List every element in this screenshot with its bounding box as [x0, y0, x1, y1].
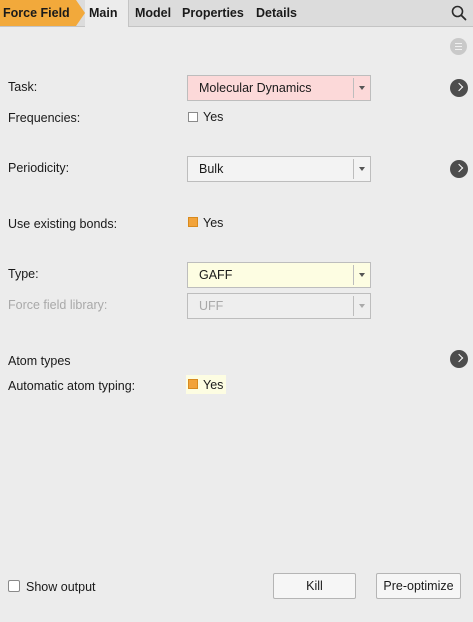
- periodicity-value: Bulk: [199, 162, 224, 176]
- auto-typing-label: Automatic atom typing:: [8, 379, 136, 393]
- type-select[interactable]: GAFF: [187, 262, 371, 288]
- atom-types-label: Atom types: [8, 354, 71, 368]
- search-icon[interactable]: [451, 5, 467, 21]
- chevron-down-icon: [353, 265, 370, 285]
- bonds-label: Use existing bonds:: [8, 217, 118, 231]
- auto-typing-yes-label: Yes: [203, 378, 224, 392]
- periodicity-label: Periodicity:: [8, 161, 70, 175]
- atom-types-arrow-icon[interactable]: [450, 350, 468, 368]
- bonds-yes-label: Yes: [203, 216, 224, 230]
- periodicity-details-arrow-icon[interactable]: [450, 160, 468, 178]
- chevron-down-icon: [353, 78, 370, 98]
- library-value: UFF: [199, 299, 224, 313]
- breadcrumb-force-field[interactable]: Force Field: [0, 0, 85, 26]
- show-output-label: Show output: [26, 580, 96, 594]
- preoptimize-button[interactable]: Pre-optimize: [376, 573, 461, 599]
- periodicity-select[interactable]: Bulk: [187, 156, 371, 182]
- frequencies-checkbox[interactable]: [188, 112, 198, 122]
- task-details-arrow-icon[interactable]: [450, 79, 468, 97]
- auto-typing-checkbox[interactable]: [188, 379, 198, 389]
- tab-model[interactable]: Model: [135, 0, 171, 26]
- type-value: GAFF: [199, 268, 233, 282]
- frequencies-label: Frequencies:: [8, 111, 81, 125]
- panel-menu-icon[interactable]: [450, 38, 467, 55]
- type-label: Type:: [8, 267, 39, 281]
- chevron-down-icon: [353, 296, 370, 316]
- tab-bar: Force Field Main Model Properties Detail…: [0, 0, 473, 27]
- frequencies-yes-label: Yes: [203, 110, 224, 124]
- task-select[interactable]: Molecular Dynamics: [187, 75, 371, 101]
- tab-details[interactable]: Details: [256, 0, 297, 26]
- tab-properties[interactable]: Properties: [182, 0, 244, 26]
- task-value: Molecular Dynamics: [199, 81, 312, 95]
- bonds-checkbox[interactable]: [188, 217, 198, 227]
- chevron-down-icon: [353, 159, 370, 179]
- task-label: Task:: [8, 80, 38, 94]
- kill-button[interactable]: Kill: [273, 573, 356, 599]
- tab-main[interactable]: Main: [85, 0, 129, 27]
- library-select: UFF: [187, 293, 371, 319]
- tab-main-label: Main: [89, 6, 118, 20]
- library-label: Force field library:: [8, 298, 108, 312]
- show-output-checkbox[interactable]: [8, 580, 20, 592]
